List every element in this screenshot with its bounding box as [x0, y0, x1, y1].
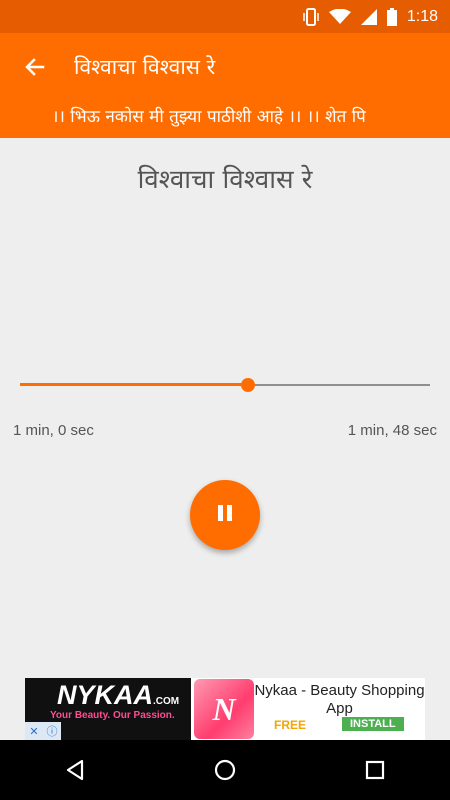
- status-bar: 1:18: [0, 0, 450, 33]
- status-time: 1:18: [406, 7, 438, 25]
- home-circle-icon[interactable]: [205, 750, 245, 790]
- close-icon[interactable]: ✕: [25, 722, 43, 740]
- seek-thumb[interactable]: [240, 378, 255, 392]
- brand-tagline: Your Beauty. Our Passion.: [50, 710, 175, 721]
- back-triangle-icon[interactable]: [55, 750, 95, 790]
- signal-icon: [360, 8, 377, 25]
- install-button[interactable]: INSTALL: [342, 717, 404, 731]
- logo-domain: .COM: [153, 696, 180, 707]
- pause-button[interactable]: [190, 480, 260, 550]
- arrow-left-icon[interactable]: [20, 52, 50, 82]
- song-title: विश्वाचा विश्वास रे: [137, 165, 313, 195]
- nykaa-logo: NYKAA.COM: [57, 680, 179, 711]
- info-icon[interactable]: ⓘ: [43, 722, 61, 740]
- app-bar: विश्वाचा विश्वास रे: [0, 33, 450, 100]
- wifi-icon: [328, 8, 351, 25]
- ad-app-name: Nykaa - Beauty Shopping App: [254, 682, 425, 717]
- ad-banner[interactable]: NYKAA.COM Your Beauty. Our Passion. ✕ ⓘ …: [25, 678, 425, 740]
- app-icon: N: [194, 679, 254, 739]
- scrolling-ticker: ।। भिऊ नकोस मी तुझ्या पाठीशी आहे ।। ।। श…: [0, 100, 450, 138]
- ad-brand-panel: NYKAA.COM Your Beauty. Our Passion. ✕ ⓘ: [25, 678, 191, 740]
- elapsed-time: 1 min, 0 sec: [13, 422, 94, 439]
- system-nav-bar: [0, 740, 450, 800]
- ad-price: FREE: [274, 718, 307, 732]
- ad-choices[interactable]: ✕ ⓘ: [25, 722, 61, 740]
- vibrate-icon: [303, 7, 319, 26]
- ad-info: Nykaa - Beauty Shopping App FREE INSTALL: [254, 678, 425, 740]
- ticker-text: ।। भिऊ नकोस मी तुझ्या पाठीशी आहे ।। ।। श…: [52, 107, 366, 127]
- seek-bar[interactable]: [20, 376, 430, 394]
- recents-square-icon[interactable]: [355, 750, 395, 790]
- seek-progress: [20, 383, 248, 386]
- logo-text: NYKAA: [57, 680, 154, 710]
- total-time: 1 min, 48 sec: [347, 422, 437, 439]
- battery-icon: [386, 7, 397, 26]
- pause-icon: [216, 504, 234, 526]
- page-title: विश्वाचा विश्वास रे: [74, 54, 216, 79]
